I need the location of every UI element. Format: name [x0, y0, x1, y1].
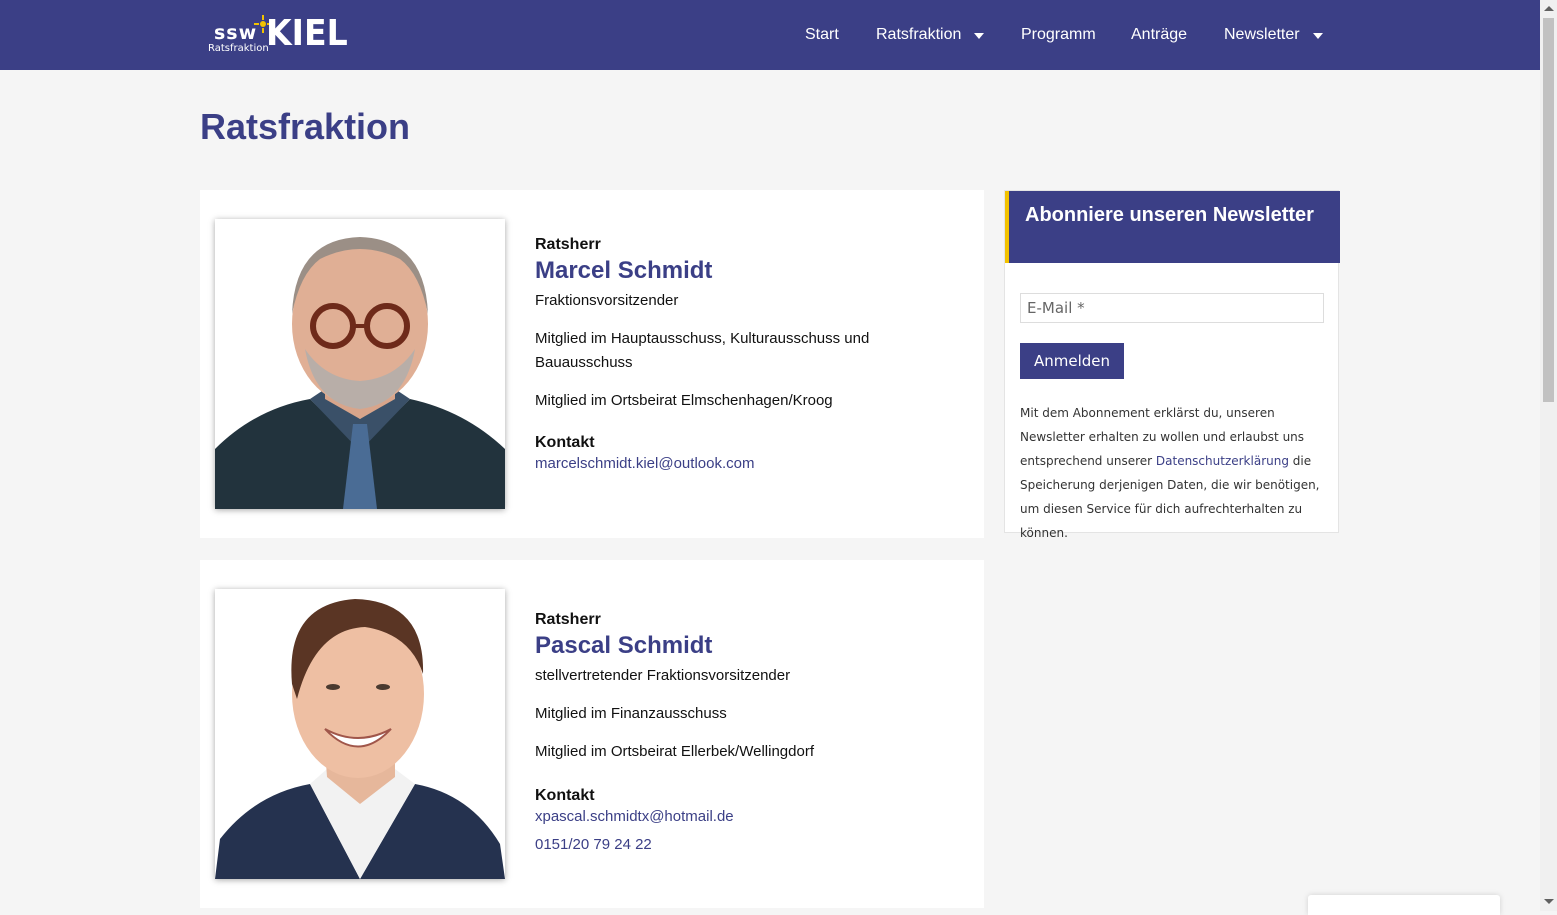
member-phone-link[interactable]: 0151/20 79 24 22 — [535, 834, 955, 856]
member-card: Ratsherr Marcel Schmidt Fraktionsvorsitz… — [200, 190, 984, 538]
nav-ratsfraktion-label: Ratsfraktion — [876, 26, 962, 43]
contact-heading: Kontakt — [535, 434, 595, 451]
nav-newsletter-label: Newsletter — [1224, 26, 1300, 43]
member-role: Ratsherr — [535, 611, 601, 628]
site-header: ssw KIEL Ratsfraktion Start Ratsfraktion… — [0, 0, 1540, 70]
member-position: stellvertretender Fraktionsvorsitzender — [535, 667, 791, 684]
logo-brand: ssw — [214, 22, 258, 44]
nav-start-label: Start — [805, 26, 839, 43]
logo-city: KIEL — [266, 13, 348, 54]
nav-antraege[interactable]: Anträge — [1131, 26, 1187, 44]
privacy-policy-link[interactable]: Datenschutzerklärung — [1156, 454, 1289, 468]
member-committees: Mitglied im Finanzausschuss — [535, 705, 727, 722]
chevron-down-icon — [1312, 33, 1323, 39]
nav-newsletter[interactable]: Newsletter — [1224, 26, 1323, 44]
scrollbar-thumb[interactable] — [1543, 18, 1554, 402]
contact-heading: Kontakt — [535, 787, 595, 804]
portrait-image — [215, 219, 505, 509]
nav-programm[interactable]: Programm — [1021, 26, 1096, 44]
nav-ratsfraktion[interactable]: Ratsfraktion — [876, 26, 985, 44]
member-photo — [215, 219, 505, 509]
member-email-link[interactable]: marcelschmidt.kiel@outlook.com — [535, 453, 955, 475]
member-card: Ratsherr Pascal Schmidt stellvertretende… — [200, 560, 984, 908]
cookie-banner-tab[interactable] — [1308, 895, 1500, 915]
email-field[interactable] — [1020, 293, 1324, 323]
member-role: Ratsherr — [535, 236, 601, 253]
member-email-link[interactable]: xpascal.schmidtx@hotmail.de — [535, 806, 955, 828]
scroll-up-arrow-icon[interactable] — [1544, 6, 1554, 11]
member-district: Mitglied im Ortsbeirat Ellerbek/Wellingd… — [535, 743, 814, 760]
page-title: Ratsfraktion — [200, 106, 411, 147]
portrait-image — [215, 589, 505, 879]
nav-antraege-label: Anträge — [1131, 26, 1188, 43]
nav-programm-label: Programm — [1021, 26, 1096, 43]
member-committees: Mitglied im Hauptausschuss, Kulturaussch… — [535, 330, 870, 371]
subscribe-button[interactable]: Anmelden — [1020, 343, 1124, 379]
scroll-down-arrow-icon[interactable] — [1544, 899, 1554, 904]
nav-start[interactable]: Start — [805, 26, 839, 44]
logo-subtitle: Ratsfraktion — [208, 43, 269, 54]
member-photo — [215, 589, 505, 879]
member-info: Ratsherr Marcel Schmidt Fraktionsvorsitz… — [535, 235, 955, 475]
consent-text: Mit dem Abonnement erklärst du, unseren … — [1020, 401, 1330, 545]
newsletter-title: Abonniere unseren Newsletter — [1025, 204, 1314, 226]
member-info: Ratsherr Pascal Schmidt stellvertretende… — [535, 610, 955, 856]
member-name: Pascal Schmidt — [535, 632, 713, 659]
member-position: Fraktionsvorsitzender — [535, 292, 679, 309]
member-district: Mitglied im Ortsbeirat Elmschenhagen/Kro… — [535, 392, 833, 409]
site-logo[interactable]: ssw KIEL Ratsfraktion — [206, 13, 348, 56]
newsletter-widget: Abonniere unseren Newsletter Anmelden Mi… — [1004, 190, 1340, 540]
member-name: Marcel Schmidt — [535, 257, 713, 284]
chevron-down-icon — [974, 33, 985, 39]
newsletter-header: Abonniere unseren Newsletter — [1005, 191, 1340, 263]
